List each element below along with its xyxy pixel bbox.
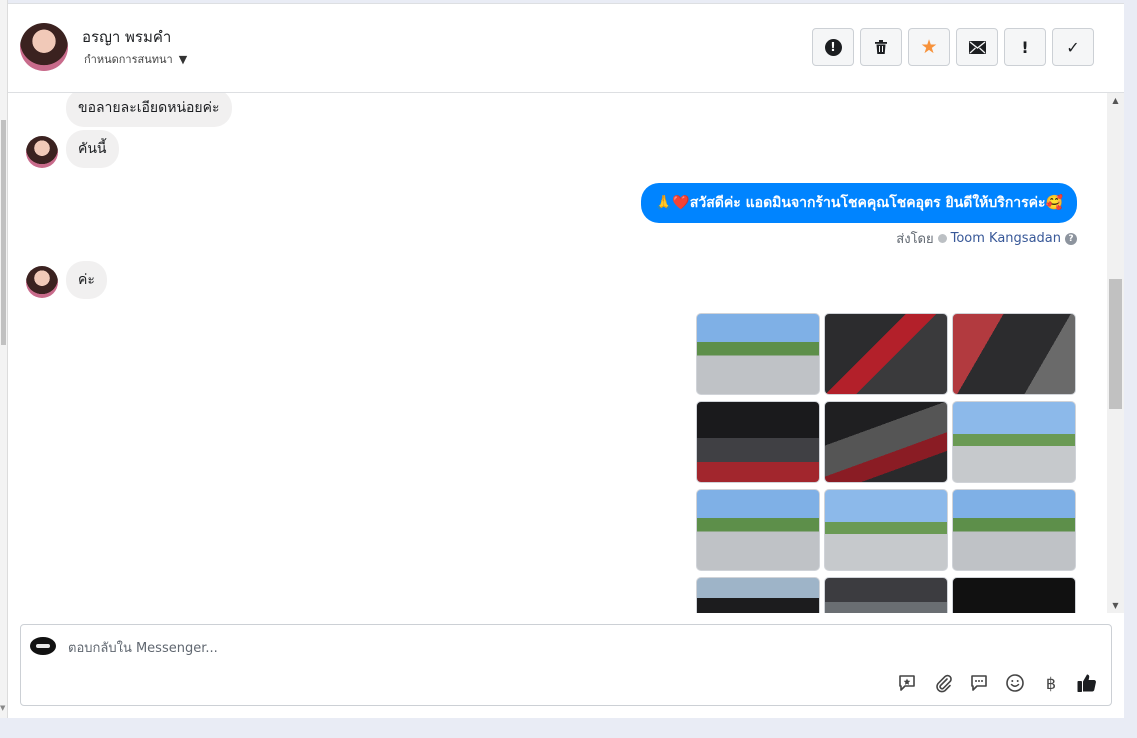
car-photo-side[interactable] bbox=[952, 489, 1076, 571]
contact-avatar[interactable] bbox=[20, 23, 68, 71]
car-photo-seats[interactable] bbox=[696, 401, 820, 483]
car-photo-rear[interactable] bbox=[696, 489, 820, 571]
report-spam-button[interactable]: ! bbox=[812, 28, 854, 66]
payment-button[interactable]: ฿ bbox=[1039, 671, 1063, 695]
delete-button[interactable] bbox=[860, 28, 902, 66]
star-icon: ★ bbox=[920, 36, 938, 58]
sent-by-agent[interactable]: Toom Kangsadan bbox=[951, 231, 1061, 246]
mark-unread-button[interactable] bbox=[956, 28, 998, 66]
scroll-down-arrow[interactable]: ▼ bbox=[1107, 601, 1124, 610]
left-scrollbar-thumb[interactable] bbox=[1, 120, 6, 345]
outgoing-message: 🙏❤️สวัสดีค่ะ แอดมินจากร้านโชคคุณโชคอุตร … bbox=[640, 183, 1077, 223]
smiley-icon bbox=[1006, 674, 1024, 692]
help-icon[interactable]: ? bbox=[1065, 232, 1077, 245]
left-scrollbar-down-arrow[interactable]: ▼ bbox=[0, 704, 5, 712]
car-photo-dashboard[interactable] bbox=[696, 577, 820, 613]
trash-icon bbox=[875, 40, 887, 54]
starred-comment-icon bbox=[899, 675, 915, 691]
contact-avatar-small[interactable] bbox=[26, 266, 58, 298]
car-photo-front-side[interactable] bbox=[824, 489, 948, 571]
sent-by-info: ส่งโดย Toom Kangsadan ? bbox=[896, 228, 1077, 249]
conversation-header: อรญา พรมคำ กำหนดการสนทนา ▼ ! ★ ! ✓ bbox=[8, 4, 1124, 93]
exclamation-circle-icon: ! bbox=[824, 38, 842, 56]
envelope-icon bbox=[968, 40, 986, 54]
exclamation-icon: ! bbox=[1021, 37, 1029, 57]
scroll-up-arrow[interactable]: ▲ bbox=[1107, 96, 1124, 105]
composer-tools: ฿ bbox=[895, 671, 1099, 695]
message-thread[interactable]: ขอลายละเอียดหน่อยค่ะ คันนี้ 🙏❤️สวัสดีค่ะ… bbox=[8, 93, 1107, 613]
sent-by-label: ส่งโดย bbox=[896, 232, 934, 247]
left-scrollbar[interactable]: ▼ bbox=[0, 0, 8, 718]
emoji-button[interactable] bbox=[1003, 671, 1027, 695]
check-icon: ✓ bbox=[1066, 37, 1080, 57]
baht-icon: ฿ bbox=[1045, 673, 1057, 693]
mark-done-button[interactable]: ✓ bbox=[1052, 28, 1094, 66]
attach-button[interactable] bbox=[931, 671, 955, 695]
photo-gallery bbox=[696, 313, 1076, 613]
reply-composer: ฿ bbox=[20, 624, 1112, 706]
car-photo-gear-shift[interactable] bbox=[824, 401, 948, 483]
like-button[interactable] bbox=[1075, 671, 1099, 695]
car-photo-rear-side[interactable] bbox=[952, 401, 1076, 483]
verified-check-icon bbox=[937, 234, 947, 243]
thread-scrollbar[interactable]: ▲ ▼ bbox=[1107, 93, 1124, 613]
thumbs-up-icon bbox=[1077, 674, 1096, 692]
contact-name[interactable]: อรญา พรมคำ bbox=[82, 25, 171, 49]
car-photo-gauges[interactable] bbox=[952, 577, 1076, 613]
car-photo-front[interactable] bbox=[696, 313, 820, 395]
quick-reply-button[interactable] bbox=[967, 671, 991, 695]
contact-avatar-small[interactable] bbox=[26, 136, 58, 168]
reply-input[interactable] bbox=[68, 637, 868, 659]
assign-conversation-dropdown[interactable]: กำหนดการสนทนา ▼ bbox=[84, 50, 187, 68]
paperclip-icon bbox=[936, 674, 952, 693]
conversation-actions: ! ★ ! ✓ bbox=[812, 28, 1094, 66]
thread-scrollbar-thumb[interactable] bbox=[1109, 279, 1122, 409]
conversation-panel: อรญา พรมคำ กำหนดการสนทนา ▼ ! ★ ! ✓ ขอลาย… bbox=[8, 3, 1124, 718]
car-photo-steering[interactable] bbox=[952, 313, 1076, 395]
caret-down-icon: ▼ bbox=[178, 52, 188, 66]
car-photo-door-panel[interactable] bbox=[824, 313, 948, 395]
page-avatar bbox=[30, 637, 56, 655]
incoming-message: ขอลายละเอียดหน่อยค่ะ bbox=[66, 93, 232, 127]
chat-bubble-icon bbox=[971, 675, 987, 691]
car-photo-engine[interactable] bbox=[824, 577, 948, 613]
assign-conversation-label: กำหนดการสนทนา bbox=[84, 53, 173, 66]
follow-up-button[interactable]: ! bbox=[1004, 28, 1046, 66]
incoming-message: ค่ะ bbox=[66, 261, 107, 299]
saved-replies-button[interactable] bbox=[895, 671, 919, 695]
incoming-message: คันนี้ bbox=[66, 130, 119, 168]
star-button[interactable]: ★ bbox=[908, 28, 950, 66]
